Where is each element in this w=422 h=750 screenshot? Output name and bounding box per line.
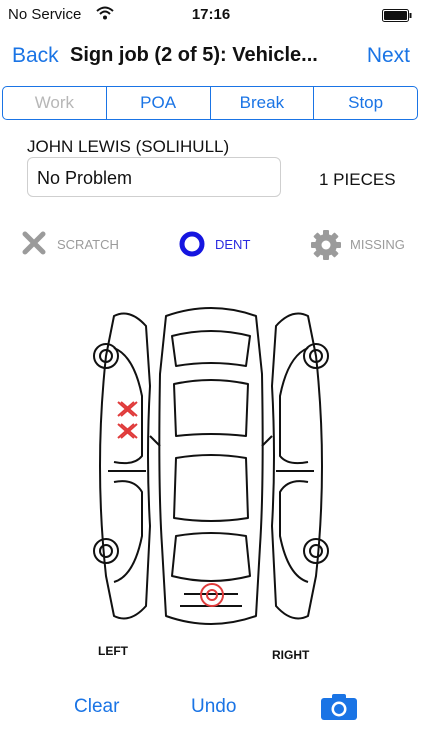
gear-icon: [311, 230, 341, 260]
vehicle-outline-drawing: [93, 307, 329, 625]
tab-stop[interactable]: Stop: [314, 87, 417, 119]
status-select[interactable]: No Problem: [27, 157, 281, 197]
pieces-count: 1 PIECES: [319, 170, 396, 189]
dent-marker-button[interactable]: DENT: [178, 228, 268, 258]
job-action-tabs: Work POA Break Stop: [2, 86, 418, 120]
dent-label: DENT: [215, 237, 251, 252]
x-icon: [22, 231, 46, 255]
scratch-label: SCRATCH: [57, 237, 119, 252]
tab-work[interactable]: Work: [3, 87, 107, 119]
right-label: RIGHT: [272, 648, 310, 662]
back-button[interactable]: Back: [12, 44, 59, 68]
clear-button[interactable]: Clear: [74, 696, 119, 718]
scratch-marker-button[interactable]: SCRATCH: [22, 228, 132, 258]
missing-label: MISSING: [350, 237, 405, 252]
camera-icon[interactable]: [320, 693, 358, 726]
damage-mark-scratch[interactable]: [117, 423, 138, 439]
customer-name: JOHN LEWIS (SOLIHULL): [27, 137, 230, 156]
undo-button[interactable]: Undo: [191, 696, 236, 718]
battery-icon: [382, 9, 412, 26]
damage-mark-scratch[interactable]: [117, 401, 138, 417]
vehicle-damage-diagram[interactable]: LEFT RIGHT: [84, 286, 338, 666]
circle-icon: [179, 231, 205, 257]
clock: 17:16: [191, 6, 231, 23]
navigation-bar: Back Sign job (2 of 5): Vehicle... Next: [0, 30, 422, 80]
missing-marker-button[interactable]: MISSING: [310, 228, 420, 260]
next-button[interactable]: Next: [367, 44, 410, 68]
left-label: LEFT: [98, 644, 128, 658]
tab-break[interactable]: Break: [211, 87, 315, 119]
page-title: Sign job (2 of 5): Vehicle...: [70, 44, 318, 66]
tab-poa[interactable]: POA: [107, 87, 211, 119]
status-bar: No Service 17:16: [0, 0, 422, 30]
